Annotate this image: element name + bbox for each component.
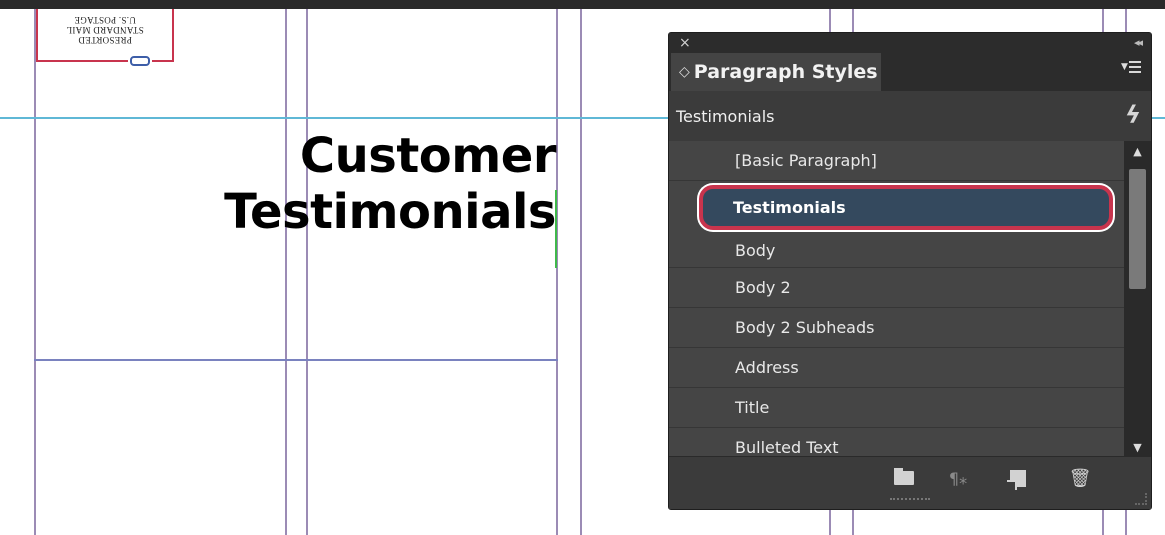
- style-item[interactable]: [Basic Paragraph]: [669, 141, 1125, 181]
- scroll-thumb[interactable]: [1129, 169, 1146, 289]
- margin-guide: [34, 359, 558, 361]
- list-scrollbar[interactable]: ▲ ▼: [1124, 141, 1151, 459]
- headline-text-frame[interactable]: Customer Testimonials: [180, 128, 556, 240]
- tab-paragraph-styles[interactable]: ◇ Paragraph Styles: [671, 53, 881, 91]
- column-guide: [556, 9, 558, 535]
- trash-icon[interactable]: 🗑: [1069, 467, 1092, 489]
- panel-tab-row: ◇ Paragraph Styles ▼: [669, 53, 1151, 91]
- style-item[interactable]: Address: [669, 348, 1125, 388]
- headline-line-1: Customer: [299, 128, 557, 184]
- lightning-icon[interactable]: ϟ: [1125, 101, 1141, 129]
- link-icon[interactable]: [128, 55, 152, 67]
- panel-title-bar[interactable]: × ◂◂: [669, 33, 1151, 53]
- column-guide: [34, 9, 36, 535]
- column-guide: [306, 9, 308, 535]
- column-guide: [285, 9, 287, 535]
- tab-label: Paragraph Styles: [693, 61, 878, 83]
- panel-footer: ¶⁎ 🗑: [669, 456, 1151, 509]
- style-item[interactable]: Bulleted Text: [669, 428, 1125, 459]
- resize-corner-icon[interactable]: [1135, 493, 1147, 505]
- style-item[interactable]: Body: [669, 234, 1125, 268]
- postage-indicia-frame[interactable]: PRESORTED STANDARD MAIL U.S. POSTAGE: [36, 9, 174, 62]
- style-item-selected[interactable]: Testimonials: [699, 185, 1113, 230]
- expand-toggle-icon[interactable]: ◇: [679, 64, 690, 80]
- style-item[interactable]: Title: [669, 388, 1125, 428]
- paragraph-styles-panel[interactable]: × ◂◂ ◇ Paragraph Styles ▼ Testimonials ϟ…: [668, 32, 1152, 510]
- current-style-bar: Testimonials ϟ: [669, 91, 1151, 141]
- column-guide: [580, 9, 582, 535]
- style-item[interactable]: Body 2: [669, 268, 1125, 308]
- close-icon[interactable]: ×: [679, 35, 691, 51]
- headline-line-2: Testimonials: [224, 184, 556, 240]
- scroll-up-icon[interactable]: ▲: [1124, 141, 1151, 163]
- folder-icon[interactable]: [893, 467, 915, 489]
- postage-indicia-text: PRESORTED STANDARD MAIL U.S. POSTAGE: [66, 15, 144, 45]
- clear-overrides-icon[interactable]: ¶⁎: [947, 467, 969, 489]
- style-list[interactable]: [Basic Paragraph] Testimonials Body Body…: [669, 141, 1125, 459]
- text-cursor: [555, 190, 557, 268]
- new-style-icon[interactable]: [1007, 467, 1029, 490]
- style-item[interactable]: Body 2 Subheads: [669, 308, 1125, 348]
- current-style-label: Testimonials: [676, 107, 775, 126]
- collapse-icon[interactable]: ◂◂: [1134, 36, 1143, 49]
- panel-resize-grip[interactable]: [890, 498, 930, 503]
- panel-menu-icon[interactable]: ▼: [1121, 59, 1143, 81]
- pasteboard-top-edge: [0, 0, 1165, 9]
